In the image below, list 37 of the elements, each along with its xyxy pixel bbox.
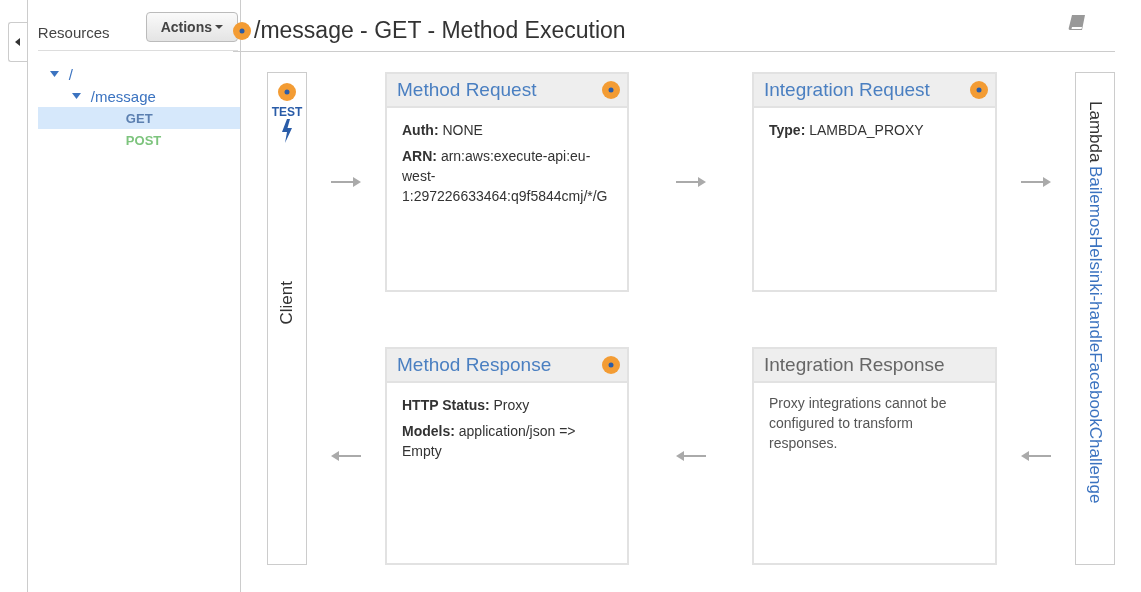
caret-icon	[215, 25, 223, 29]
status-dot-icon	[278, 83, 296, 101]
client-label: Client	[277, 281, 297, 325]
left-arrow-icon	[331, 451, 361, 461]
status-dot-icon	[602, 81, 620, 99]
test-link[interactable]: TEST	[271, 105, 303, 119]
right-arrow-icon	[675, 177, 706, 187]
method-label: GET	[124, 110, 153, 126]
card-field: Auth: NONE	[402, 120, 612, 140]
page-title: /message - GET - Method Execution	[254, 17, 627, 44]
resource-path: /message	[90, 87, 156, 105]
resource-path: /	[68, 65, 74, 83]
left-arrow-icon	[675, 451, 706, 461]
sidebar-title: Resources	[37, 23, 110, 41]
method-label: POST	[124, 132, 162, 148]
tree-item[interactable]: /message	[37, 85, 240, 107]
actions-button[interactable]: Actions	[145, 12, 238, 42]
backend-type-label: Lambda	[1085, 101, 1105, 163]
right-arrow-icon	[1021, 177, 1051, 187]
card-field: Type: LAMBDA_PROXY	[769, 120, 980, 140]
lightning-bolt-icon[interactable]	[281, 119, 293, 143]
status-dot-icon	[233, 21, 251, 40]
card-title: Integration Response	[764, 354, 945, 376]
collapse-tab[interactable]	[8, 22, 27, 62]
caret-icon	[15, 38, 21, 46]
card-field: HTTP Status: Proxy	[402, 395, 612, 415]
card-field: Models: application/json => Empty	[402, 421, 612, 461]
left-arrow-icon	[1021, 451, 1051, 461]
tree-item[interactable]: GET	[37, 107, 240, 129]
tree-item[interactable]: /	[37, 63, 240, 85]
function-name-link[interactable]: BailemosHelsinki-handleFacebookChallenge	[1085, 166, 1105, 504]
status-dot-icon	[970, 81, 988, 99]
card-note: Proxy integrations cannot be configured to transform responses.	[769, 394, 948, 453]
book-icon[interactable]	[1067, 13, 1087, 33]
status-dot-icon	[602, 356, 620, 374]
card-field: ARN: arn:aws:execute-api:eu-west-1:297226633464:q9f5844cmj/*/G	[402, 146, 612, 206]
right-arrow-icon	[331, 177, 361, 187]
